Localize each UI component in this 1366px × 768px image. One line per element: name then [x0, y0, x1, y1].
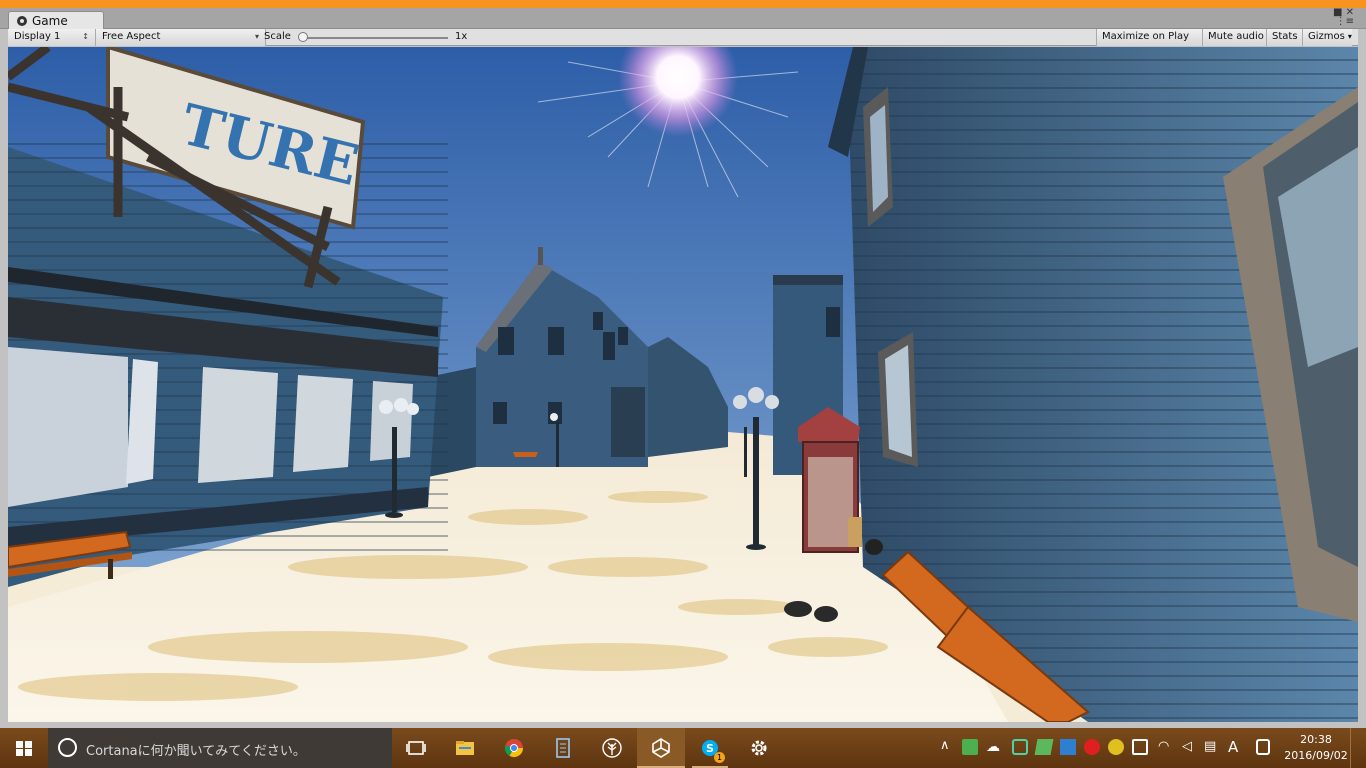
show-desktop-button[interactable] [1350, 728, 1366, 768]
taskbar-tree-app[interactable] [588, 728, 636, 768]
windows-taskbar: Cortanaに何か聞いてみてください。 S 1 ∧ ☁ ◠ ◁ ▤ A 20:… [0, 728, 1366, 768]
mute-audio-button[interactable]: Mute audio [1202, 29, 1266, 46]
skype-badge: 1 [714, 752, 725, 763]
tray-app-folder-icon[interactable] [1034, 739, 1054, 755]
scale-label: Scale [264, 31, 291, 42]
taskbar-chrome[interactable] [490, 728, 538, 768]
clock-time: 20:38 [1300, 733, 1332, 746]
game-viewport[interactable]: TURE [8, 47, 1358, 722]
settings-icon [751, 740, 767, 756]
tray-app-red-icon[interactable] [1084, 739, 1100, 755]
updown-arrow-icon: ↕ [82, 32, 89, 41]
scale-value: 1x [455, 31, 468, 42]
ime-mode-icon[interactable]: ▤ [1204, 739, 1220, 755]
tray-app-yellow-icon[interactable] [1108, 739, 1124, 755]
taskbar-file-explorer[interactable] [441, 728, 489, 768]
volume-icon[interactable]: ◁ [1182, 739, 1198, 755]
stats-button[interactable]: Stats [1266, 29, 1302, 46]
tree-app-icon [602, 738, 622, 758]
tray-app-teal-icon[interactable] [1012, 739, 1028, 755]
game-view-window: Game ■ ✕ ⋮≡ Display 1 ↕ Free Aspect ▾ Sc… [0, 8, 1366, 728]
game-toolbar: Display 1 ↕ Free Aspect ▾ Scale 1x Maxim… [8, 29, 1358, 46]
tray-app-white-icon[interactable] [1256, 739, 1270, 755]
cortana-search-placeholder: Cortanaに何か聞いてみてください。 [86, 744, 306, 759]
gizmos-dropdown[interactable]: Gizmos ▾ [1302, 29, 1352, 46]
task-view-icon [406, 741, 426, 755]
clock-date: 2016/09/02 [1284, 749, 1348, 762]
stats-label: Stats [1272, 31, 1298, 42]
chevron-down-icon: ▾ [254, 32, 259, 41]
notes-icon [556, 738, 570, 758]
windows-logo-icon [16, 741, 32, 756]
gizmos-label: Gizmos [1308, 31, 1345, 42]
unity-title-accent-bar [0, 0, 1366, 8]
taskbar-clock[interactable]: 20:38 2016/09/02 [1282, 732, 1350, 764]
mute-audio-label: Mute audio [1208, 31, 1264, 42]
ime-indicator[interactable]: A [1228, 738, 1238, 756]
western-town-scene: TURE [8, 47, 1358, 722]
maximize-on-play-button[interactable]: Maximize on Play [1096, 29, 1202, 46]
display-dropdown-value: Display 1 [14, 31, 61, 42]
start-button[interactable] [0, 728, 48, 768]
tab-strip: Game ■ ✕ ⋮≡ [0, 8, 1366, 30]
tab-game[interactable]: Game [8, 11, 104, 30]
taskbar-unity[interactable] [637, 728, 685, 768]
taskbar-skype[interactable]: S 1 [686, 728, 734, 768]
chevron-up-icon[interactable]: ∧ [940, 738, 950, 753]
tray-app-green-icon[interactable] [962, 739, 978, 755]
maximize-on-play-label: Maximize on Play [1102, 31, 1190, 42]
chevron-down-icon: ▾ [1347, 32, 1352, 41]
cortana-icon [58, 738, 77, 757]
scale-slider-track[interactable] [302, 37, 448, 39]
tab-game-label: Game [32, 14, 68, 28]
scale-slider-thumb[interactable] [298, 32, 308, 42]
cortana-search-box[interactable]: Cortanaに何か聞いてみてください。 [48, 728, 392, 768]
file-explorer-icon [456, 741, 474, 755]
task-view-button[interactable] [392, 728, 440, 768]
tab-menu-icon[interactable]: ⋮≡ [1333, 17, 1354, 27]
tray-app-blue-icon[interactable] [1060, 739, 1076, 755]
game-controller-icon [17, 16, 27, 26]
window-controls[interactable]: ■ ✕ ⋮≡ [1333, 8, 1354, 27]
display-dropdown[interactable]: Display 1 ↕ [8, 29, 96, 46]
chrome-icon [504, 739, 523, 758]
aspect-dropdown[interactable]: Free Aspect ▾ [96, 29, 266, 46]
taskbar-settings[interactable] [735, 728, 783, 768]
taskbar-notes-app[interactable] [539, 728, 587, 768]
cloud-icon[interactable]: ☁ [986, 739, 1002, 755]
wifi-icon[interactable]: ◠ [1158, 739, 1174, 755]
system-tray: ∧ ☁ ◠ ◁ ▤ [938, 728, 1228, 768]
unity-icon [652, 738, 670, 758]
aspect-dropdown-value: Free Aspect [102, 31, 161, 42]
battery-icon[interactable] [1132, 739, 1148, 755]
svg-text:S: S [706, 742, 714, 755]
